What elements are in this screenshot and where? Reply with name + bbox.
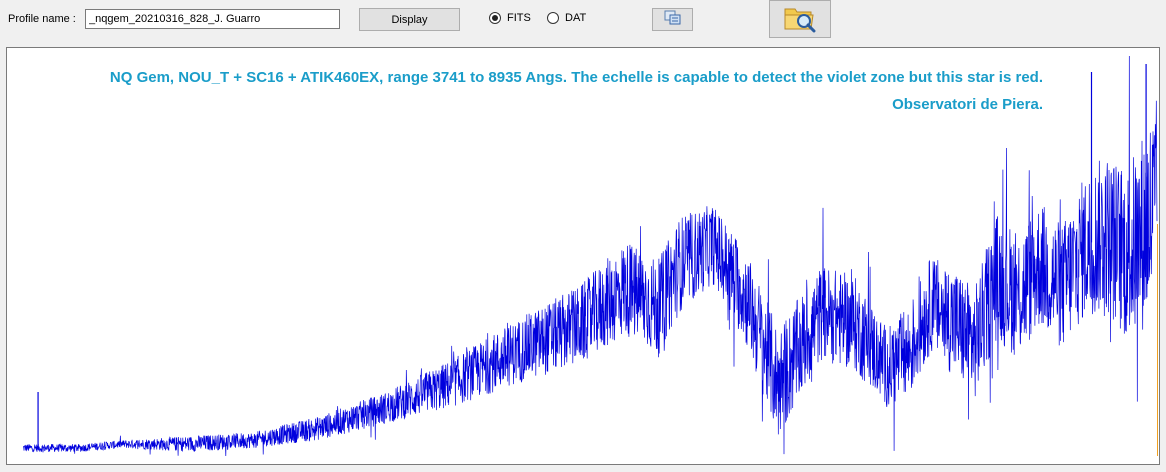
open-file-button[interactable]	[769, 0, 831, 38]
spectrum-plot[interactable]: NQ Gem, NOU_T + SC16 + ATIK460EX, range …	[6, 47, 1160, 465]
dat-radio-option[interactable]: DAT	[547, 12, 586, 24]
fits-radio-label: FITS	[507, 12, 531, 24]
folder-search-icon	[783, 3, 817, 36]
dat-radio[interactable]	[547, 12, 559, 24]
plot-title-line-1: NQ Gem, NOU_T + SC16 + ATIK460EX, range …	[109, 69, 1043, 86]
fits-radio[interactable]	[489, 12, 501, 24]
fits-radio-option[interactable]: FITS	[489, 12, 531, 24]
toolbar: Profile name : Display FITS DAT	[0, 0, 1166, 46]
plot-title-line-2: Observatori de Piera.	[892, 96, 1043, 113]
copy-button[interactable]	[652, 8, 693, 31]
profile-name-input[interactable]	[85, 9, 340, 29]
profile-name-label: Profile name :	[8, 13, 76, 25]
copy-icon	[664, 10, 682, 29]
dat-radio-label: DAT	[565, 12, 587, 24]
plot-title: NQ Gem, NOU_T + SC16 + ATIK460EX, range …	[110, 64, 1043, 118]
display-button[interactable]: Display	[359, 8, 460, 31]
